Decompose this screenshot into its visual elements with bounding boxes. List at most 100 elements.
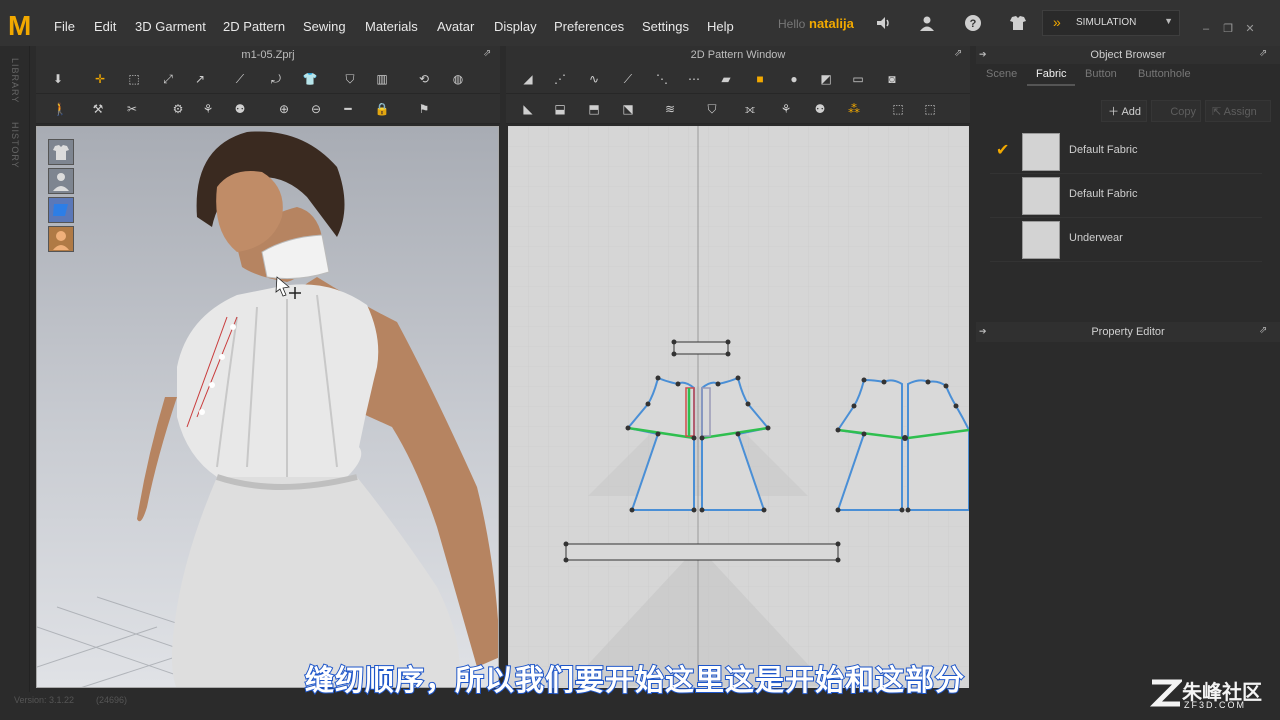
garment-add-icon[interactable]: [1008, 14, 1028, 34]
show-garment-icon[interactable]: [48, 139, 74, 165]
2d-pattern-canvas[interactable]: [508, 126, 969, 688]
tab-scene[interactable]: Scene: [986, 68, 1017, 80]
fold-icon[interactable]: ⤾: [268, 71, 284, 87]
history-tab[interactable]: HISTORY: [10, 122, 20, 169]
polygon-icon[interactable]: ■: [752, 71, 768, 87]
restore-icon[interactable]: ❐: [1221, 22, 1235, 36]
show-avatar-icon[interactable]: [48, 168, 74, 194]
menu-settings[interactable]: Settings: [642, 19, 689, 34]
menu-3d-garment[interactable]: 3D Garment: [135, 19, 206, 34]
edit-pattern-icon[interactable]: ↗: [192, 71, 208, 87]
edit-point-icon[interactable]: ⋰: [552, 71, 568, 87]
app-logo: M: [8, 10, 32, 41]
curve-point-icon[interactable]: ∿: [586, 71, 602, 87]
chevron-down-icon[interactable]: ▼: [1164, 16, 1173, 26]
arrow-right-icon[interactable]: ➔: [979, 49, 987, 60]
transform-pattern-icon[interactable]: ◢: [520, 71, 536, 87]
shirt-icon[interactable]: ⛉: [342, 71, 358, 87]
marquee-select-icon[interactable]: ⬚: [126, 71, 142, 87]
3d-viewport[interactable]: [36, 126, 499, 688]
pin-icon[interactable]: ◍: [450, 71, 466, 87]
expand-3d-icon[interactable]: ⇗: [483, 48, 491, 59]
build-text: (24696): [96, 695, 128, 705]
expand-property-icon[interactable]: ⇗: [1259, 325, 1267, 336]
add-point-icon[interactable]: ⋱: [654, 71, 670, 87]
help-icon[interactable]: ?: [963, 14, 983, 34]
fold-arrange-icon[interactable]: ⚙: [170, 101, 186, 117]
volume-icon[interactable]: [874, 14, 894, 34]
free-sewing-icon[interactable]: ⚘: [778, 101, 794, 117]
close-icon[interactable]: ✕: [1243, 22, 1257, 36]
buttonhole-icon[interactable]: ⊕: [276, 101, 292, 117]
fabric-list-item[interactable]: Default Fabric: [990, 174, 1262, 218]
menu-file[interactable]: File: [54, 19, 75, 34]
move-down-icon[interactable]: ⬇: [50, 71, 66, 87]
dart-icon[interactable]: ◣: [520, 101, 536, 117]
tab-fabric[interactable]: Fabric: [1036, 68, 1067, 80]
copy-fabric-button[interactable]: Copy: [1151, 100, 1201, 122]
show-fabric-icon[interactable]: [48, 197, 74, 223]
measure-icon[interactable]: ━: [340, 101, 356, 117]
pleat-icon[interactable]: ≋: [662, 101, 678, 117]
menu-2d-pattern[interactable]: 2D Pattern: [223, 19, 285, 34]
tab-buttonhole[interactable]: Buttonhole: [1138, 68, 1191, 80]
avatar-icon[interactable]: 🚶: [52, 101, 68, 117]
button-icon[interactable]: ⚉: [232, 101, 248, 117]
view3d-title: m1-05.Zprj: [36, 46, 500, 64]
version-text: Version: 3.1.22: [14, 695, 75, 705]
internal-polygon-icon[interactable]: ◩: [818, 71, 834, 87]
segment-icon[interactable]: ⋯: [686, 71, 702, 87]
simulation-icon: »: [1053, 14, 1061, 30]
watermark-logo-icon: [1149, 679, 1182, 707]
expand-browser-icon[interactable]: ⇗: [1259, 48, 1267, 59]
menu-edit[interactable]: Edit: [94, 19, 116, 34]
sew-icon[interactable]: ⚒: [90, 101, 106, 117]
simulation-button[interactable]: » SIMULATION ▼: [1042, 10, 1180, 36]
fold-pattern-icon[interactable]: ⛉: [704, 101, 720, 117]
folder-pattern-icon[interactable]: ▰: [718, 71, 734, 87]
tack-icon[interactable]: ✂: [124, 101, 140, 117]
sewing-order-icon[interactable]: ⁂: [846, 101, 862, 117]
left-side-strip: LIBRARY HISTORY: [0, 46, 30, 692]
pants-icon[interactable]: ▥: [374, 71, 390, 87]
arrange-icon[interactable]: ⚘: [200, 101, 216, 117]
edit-curvature-icon[interactable]: ⟋: [620, 71, 636, 87]
fabric-list-item[interactable]: ✔ Default Fabric: [990, 130, 1262, 174]
fabric-list-item[interactable]: Underwear: [990, 218, 1262, 262]
fabric-swatch: [1022, 221, 1060, 259]
tab-button[interactable]: Button: [1085, 68, 1117, 80]
offset-icon[interactable]: ⬒: [586, 101, 602, 117]
zipper-icon[interactable]: ⊖: [308, 101, 324, 117]
library-tab[interactable]: LIBRARY: [10, 58, 20, 103]
tack-pattern-icon[interactable]: ⬚: [922, 101, 938, 117]
user-icon[interactable]: [917, 14, 937, 34]
circle-icon[interactable]: ●: [786, 71, 802, 87]
select-move-icon[interactable]: ✛: [92, 71, 108, 87]
tape-icon[interactable]: ⟲: [416, 71, 432, 87]
garment-icon[interactable]: 👕: [302, 71, 318, 87]
check-sewing-icon[interactable]: ⚉: [812, 101, 828, 117]
menu-materials[interactable]: Materials: [365, 19, 418, 34]
internal-circle-icon[interactable]: ◙: [884, 71, 900, 87]
trace-icon[interactable]: ⬓: [552, 101, 568, 117]
minimize-icon[interactable]: –: [1199, 22, 1213, 36]
menu-preferences[interactable]: Preferences: [554, 19, 624, 34]
seam-allowance-icon[interactable]: ⬔: [620, 101, 636, 117]
lock-icon[interactable]: 🔒: [374, 101, 390, 117]
assign-fabric-button[interactable]: ⇱ Assign: [1205, 100, 1271, 122]
rectangle-icon[interactable]: ▭: [850, 71, 866, 87]
menu-display[interactable]: Display: [494, 19, 537, 34]
transform-icon[interactable]: ⤢: [160, 71, 176, 87]
edit-sewing-icon[interactable]: ⬚: [890, 101, 906, 117]
arrow-right-icon[interactable]: ➔: [979, 326, 987, 337]
expand-2d-icon[interactable]: ⇗: [954, 48, 962, 59]
segment-sewing-icon[interactable]: ⟗: [742, 101, 758, 117]
point-edit-icon[interactable]: ⟋: [232, 71, 248, 87]
menu-avatar[interactable]: Avatar: [437, 19, 474, 34]
flag-icon[interactable]: ⚑: [416, 101, 432, 117]
menu-help[interactable]: Help: [707, 19, 734, 34]
add-fabric-button[interactable]: ＋ Add: [1101, 100, 1147, 122]
simulation-label: SIMULATION: [1076, 17, 1137, 28]
menu-sewing[interactable]: Sewing: [303, 19, 346, 34]
show-skin-icon[interactable]: [48, 226, 74, 252]
